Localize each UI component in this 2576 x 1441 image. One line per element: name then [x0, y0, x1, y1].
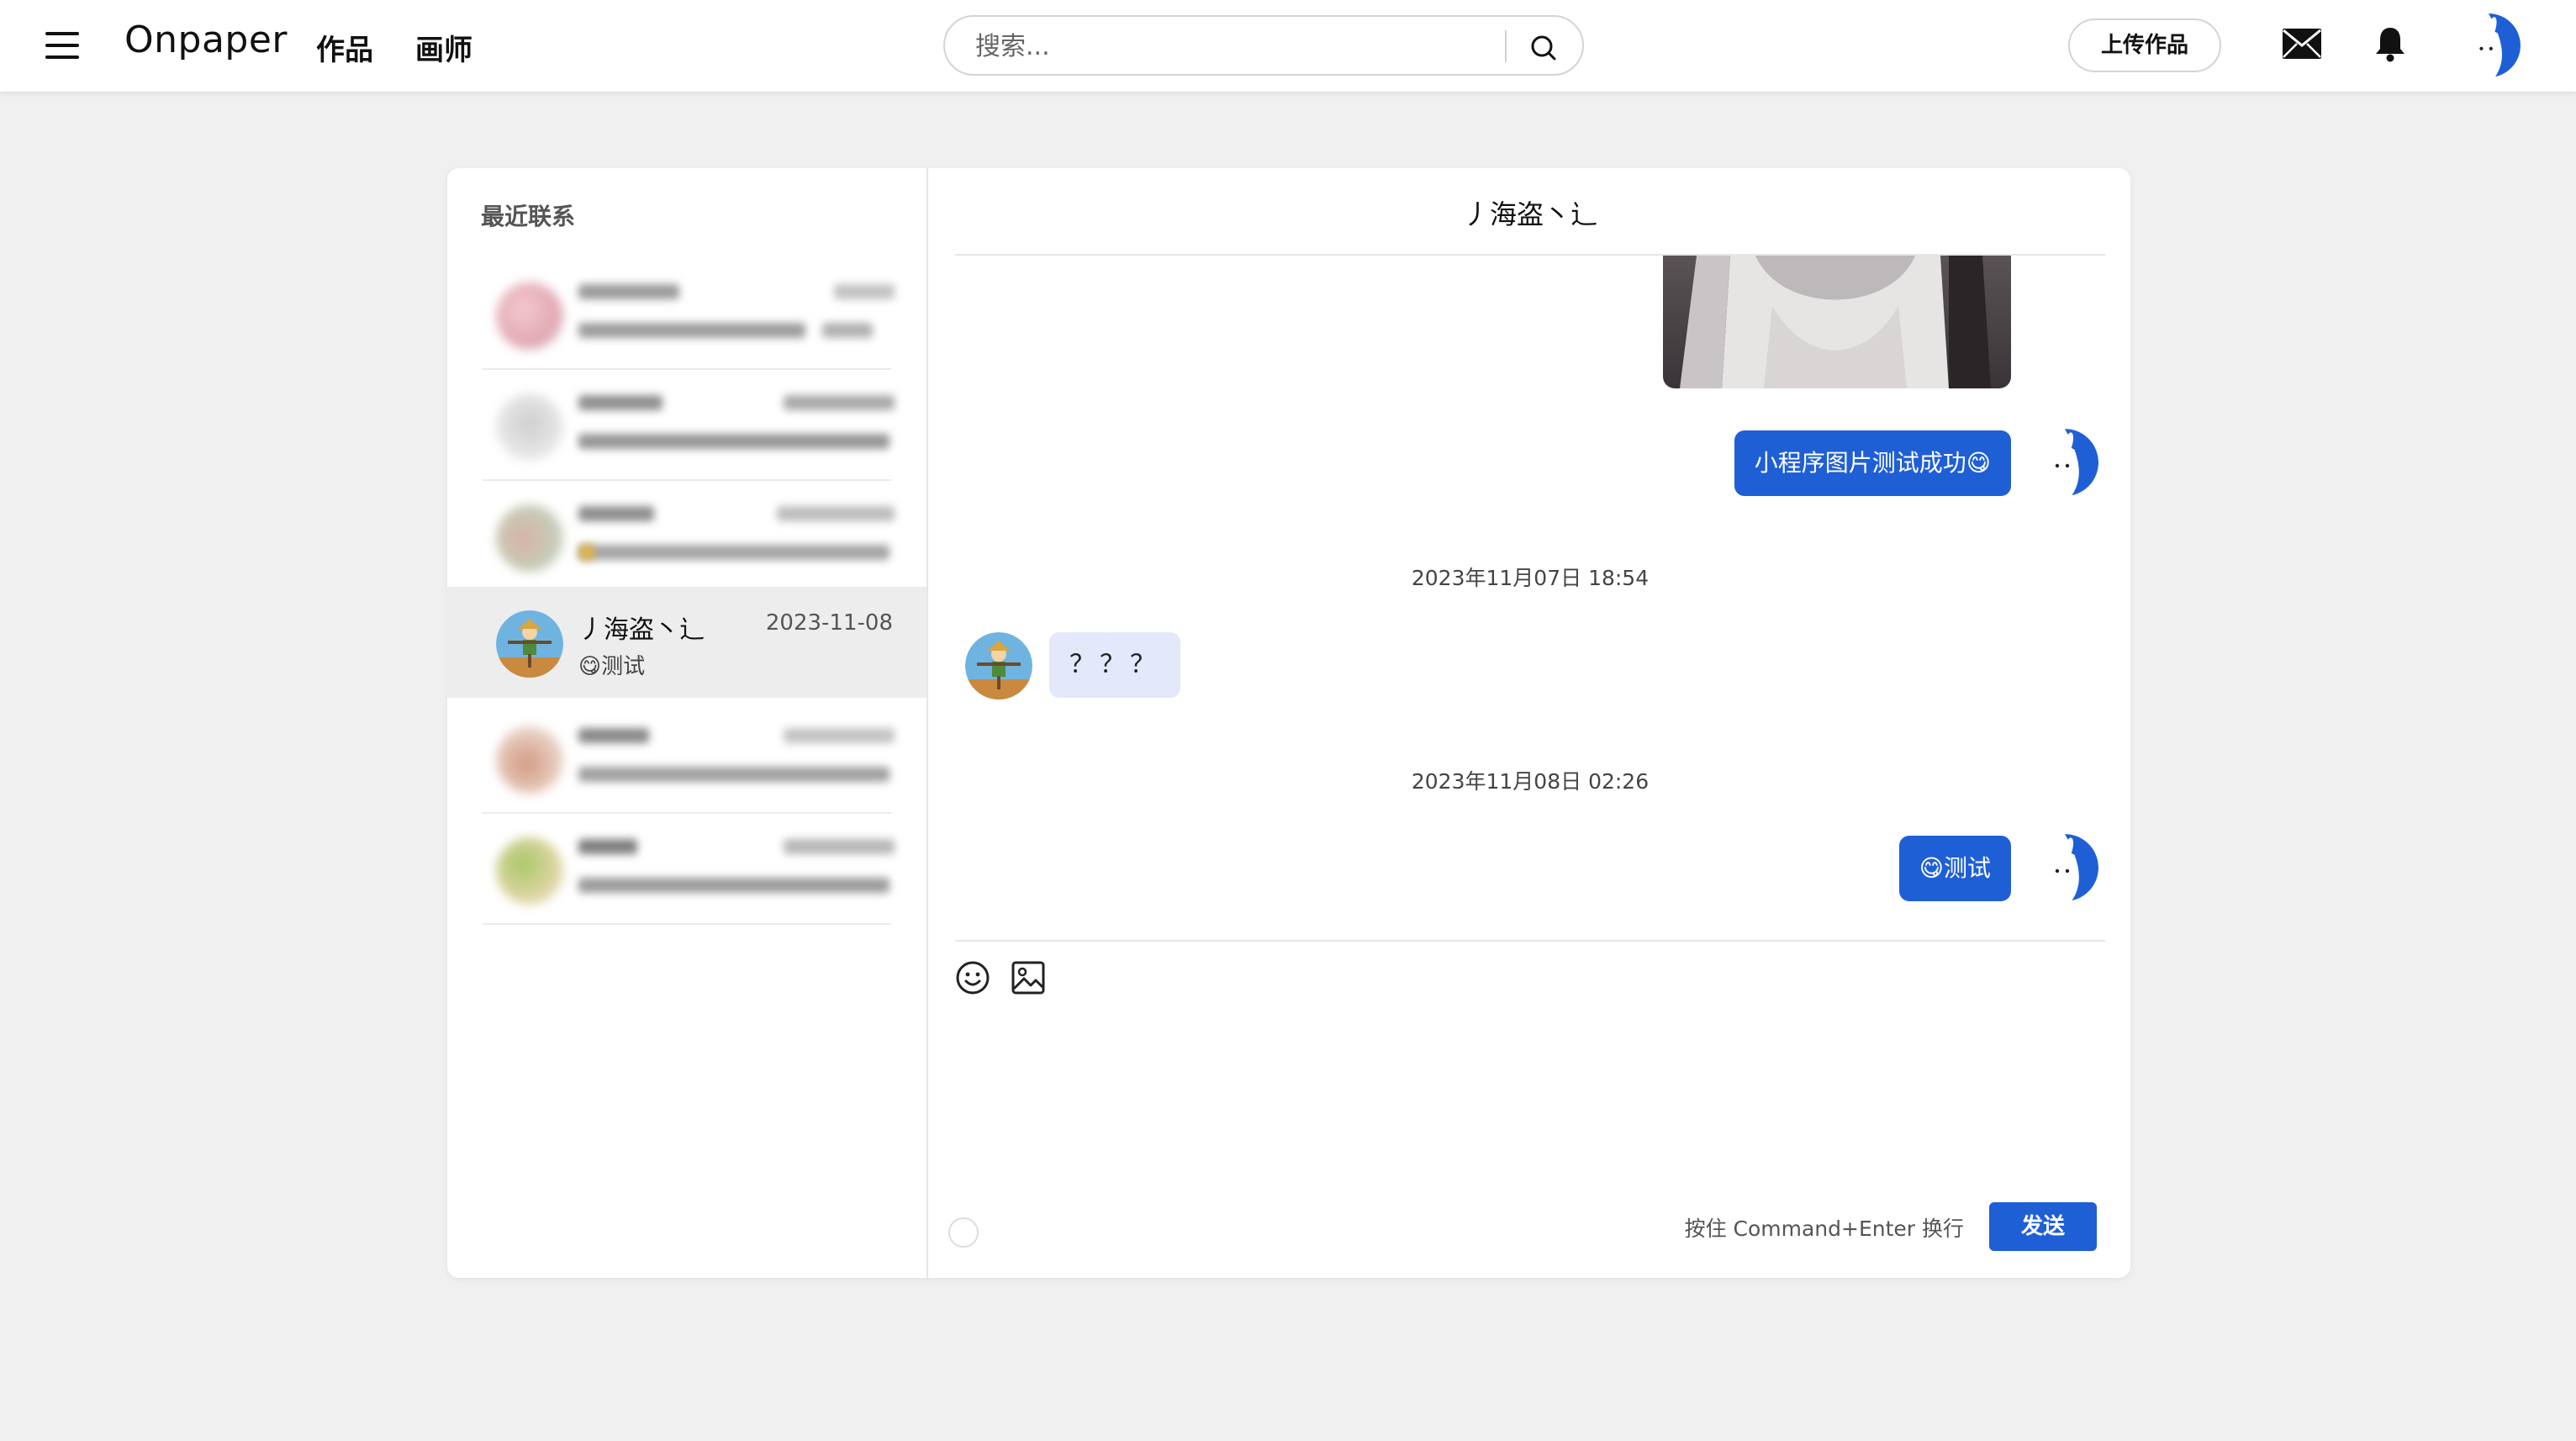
my-message-bubble[interactable]: 😋测试	[1898, 836, 2011, 901]
send-button[interactable]: 发送	[1989, 1202, 2097, 1251]
contact-item-blurred[interactable]	[447, 703, 926, 814]
contact-date: 2023-11-08	[765, 610, 893, 636]
messages-card: 最近联系 丿海盗丶辶 2023-11-08 😋测试 丿海盗丶辶 小程序图片测试成…	[447, 168, 2130, 1278]
composer-divider	[955, 940, 2105, 942]
contact-message-avatar[interactable]	[965, 632, 1032, 699]
user-avatar[interactable]	[2457, 13, 2521, 77]
message-timestamp: 2023年11月08日 02:26	[1411, 769, 1650, 794]
chat-panel: 丿海盗丶辶 小程序图片测试成功😋 2023年11月07日 18:54 ？？？ 2…	[930, 168, 2130, 1278]
site-logo[interactable]: Onpaper	[124, 18, 288, 61]
contact-avatar	[496, 393, 563, 461]
mail-icon[interactable]	[2282, 27, 2322, 61]
bell-icon[interactable]	[2374, 25, 2406, 62]
contact-item-blurred[interactable]	[447, 370, 926, 481]
contact-message-bubble[interactable]: ？？？	[1049, 632, 1180, 698]
emoji-icon[interactable]	[955, 960, 990, 995]
search-input[interactable]	[975, 29, 1497, 64]
contact-name: 丿海盗丶辶	[578, 615, 705, 645]
sidebar-title: 最近联系	[481, 203, 576, 230]
search-box	[943, 15, 1584, 76]
contact-item-blurred[interactable]	[447, 259, 926, 370]
search-divider	[1505, 30, 1507, 62]
recent-contacts-sidebar: 最近联系 丿海盗丶辶 2023-11-08 😋测试	[447, 168, 928, 1278]
contact-avatar	[496, 726, 563, 794]
loading-indicator-icon	[948, 1217, 979, 1248]
contact-item-blurred[interactable]	[447, 481, 926, 592]
my-avatar[interactable]	[2031, 834, 2098, 901]
image-upload-icon[interactable]	[1011, 960, 1046, 995]
newline-hint: 按住 Command+Enter 换行	[1684, 1217, 1964, 1241]
contact-item-blurred[interactable]	[447, 814, 926, 925]
contact-avatar	[496, 504, 563, 572]
upload-work-button[interactable]: 上传作品	[2068, 18, 2221, 72]
my-message-bubble[interactable]: 小程序图片测试成功😋	[1734, 430, 2011, 496]
contact-avatar	[496, 837, 563, 905]
contact-avatar-scarecrow	[496, 610, 563, 678]
top-nav-bar: Onpaper 作品 画师 上传作品	[0, 0, 2576, 92]
chat-title: 丿海盗丶辶	[955, 168, 2105, 256]
image-message[interactable]	[1663, 256, 2011, 388]
message-list[interactable]: 小程序图片测试成功😋 2023年11月07日 18:54 ？？？ 2023年11…	[955, 256, 2105, 943]
nav-link-works[interactable]: 作品	[316, 27, 373, 68]
message-input[interactable]	[955, 1009, 2105, 1177]
contact-preview: 😋测试	[578, 654, 646, 679]
contact-item-active[interactable]: 丿海盗丶辶 2023-11-08 😋测试	[447, 587, 926, 698]
contact-avatar	[496, 282, 563, 350]
hamburger-menu-icon[interactable]	[45, 32, 79, 61]
nav-link-artists[interactable]: 画师	[415, 27, 472, 68]
my-avatar[interactable]	[2031, 429, 2098, 496]
message-timestamp: 2023年11月07日 18:54	[1411, 566, 1650, 590]
search-icon[interactable]	[1527, 31, 1560, 65]
